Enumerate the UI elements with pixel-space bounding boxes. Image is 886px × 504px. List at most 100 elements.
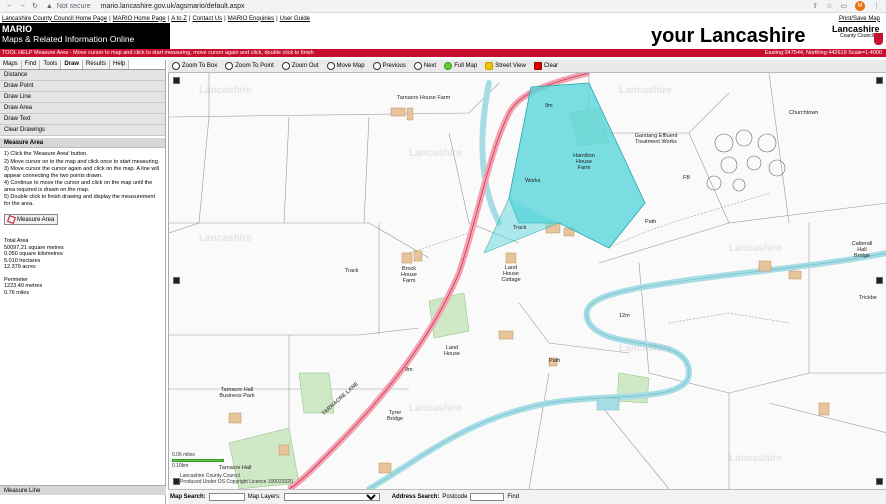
map-label-12m: 12m	[619, 313, 630, 319]
map-label-garstang: Garstang Effluent Treatment Works	[634, 133, 678, 145]
scale-bar-graphic	[172, 459, 224, 462]
tab-tools[interactable]: Tools	[40, 60, 62, 69]
browser-nav: ← → ↻	[0, 2, 38, 10]
avatar[interactable]: M	[855, 1, 865, 11]
pan-nw-arrow[interactable]	[173, 77, 180, 84]
previous-button[interactable]: Previous	[372, 62, 406, 70]
map-canvas[interactable]: Tarnacre House Farm 9m Hamilton House Fa…	[168, 73, 886, 489]
crest-icon	[874, 33, 883, 45]
map-search-input[interactable]	[208, 493, 245, 501]
address-bar[interactable]: ▲ Not secure mario.lancashire.gov.uk/ags…	[46, 3, 245, 10]
map-graphics	[169, 73, 886, 489]
globe-icon	[444, 62, 453, 70]
back-icon[interactable]: ←	[6, 2, 13, 10]
zoom-in-icon	[172, 62, 180, 70]
warning-icon: ▲	[45, 2, 53, 10]
pegman-icon	[485, 62, 494, 70]
menu-draw-line[interactable]: Draw Line	[0, 92, 165, 103]
forward-icon[interactable]: →	[19, 2, 26, 10]
next-button[interactable]: Next	[413, 62, 436, 70]
top-links: Lancashire County Council Home Page | MAR…	[0, 14, 886, 23]
watermark: Lancashire	[199, 233, 252, 244]
sidebar-tabs: Maps Find Tools Draw Results Help	[0, 60, 165, 70]
map-label-land-house: Land House	[444, 345, 460, 357]
polygon-icon	[7, 215, 16, 224]
print-save-link[interactable]: Print/Save Map	[839, 16, 884, 22]
watermark: Lancashire	[729, 453, 782, 464]
move-icon	[326, 62, 335, 70]
next-icon	[413, 62, 422, 70]
link-lcc-home[interactable]: Lancashire County Council Home Page	[2, 16, 107, 22]
sidepanel-icon[interactable]: ▭	[840, 2, 847, 10]
star-icon[interactable]: ☆	[826, 2, 832, 10]
zoom-to-box-button[interactable]: Zoom To Box	[172, 62, 217, 70]
tab-draw[interactable]: Draw	[61, 60, 84, 69]
zoom-in-icon	[225, 62, 234, 70]
link-enquiries[interactable]: MARIO Enquiries	[228, 16, 274, 22]
pan-east-arrow[interactable]	[876, 277, 883, 284]
map-label-path: Path	[645, 219, 657, 225]
map-label-land-cottage: Land House Cottage	[501, 265, 521, 283]
share-icon[interactable]: ⇪	[812, 2, 818, 10]
map-attribution: Lancashire County Council Produced Under…	[180, 473, 293, 485]
link-contact[interactable]: Contact Us	[192, 16, 222, 22]
tab-maps[interactable]: Maps	[0, 60, 22, 69]
find-button[interactable]: Find	[507, 494, 519, 500]
menu-draw-text[interactable]: Draw Text	[0, 114, 165, 125]
street-view-button[interactable]: Street View	[485, 62, 526, 70]
pan-se-arrow[interactable]	[876, 478, 883, 485]
map-label-hamilton: Hamilton House Farm	[573, 153, 595, 171]
tab-results[interactable]: Results	[83, 60, 111, 69]
pan-ne-arrow[interactable]	[876, 77, 883, 84]
scale-bar: 0.06 miles 0.10km	[172, 452, 224, 469]
menu-draw-area[interactable]: Draw Area	[0, 103, 165, 114]
link-user-guide[interactable]: User Guide	[280, 16, 310, 22]
map-label-catterall: Catterall Hall Bridge	[851, 241, 873, 259]
map-label-tarnacre-hall: Tarnacre Hall Business Park	[219, 387, 255, 399]
tab-help[interactable]: Help	[110, 60, 130, 69]
draw-menu: Distance Draw Point Draw Line Draw Area …	[0, 70, 165, 136]
watermark: Lancashire	[199, 85, 252, 96]
measure-instructions: 1) Click the 'Measure Area' button. 2) M…	[4, 151, 160, 207]
watermark: Lancashire	[409, 148, 462, 159]
move-map-button[interactable]: Move Map	[326, 62, 365, 70]
zoom-out-icon	[281, 62, 290, 70]
measure-area-heading[interactable]: Measure Area	[0, 138, 165, 148]
map-label-track: Track	[513, 225, 527, 231]
measure-results: Total Area 50097.21 square metres 0.050 …	[4, 238, 64, 296]
map-label-9m-2: 9m	[405, 367, 413, 373]
link-mario-home[interactable]: MARIO Home Page	[113, 16, 166, 22]
map-toolbar: Zoom To Box Zoom To Point Zoom Out Move …	[168, 60, 886, 73]
pan-west-arrow[interactable]	[173, 277, 180, 284]
tool-help-text: TOOL HELP Measure Area - Move cursor to …	[2, 50, 314, 56]
measure-area-button[interactable]: Measure Area	[4, 214, 59, 225]
reload-icon[interactable]: ↻	[32, 2, 38, 10]
previous-icon	[372, 62, 381, 70]
your-lancashire: your Lancashire	[651, 25, 806, 47]
menu-icon[interactable]: ⋮	[873, 2, 880, 10]
banner: MARIO Maps & Related Information Online …	[0, 23, 886, 49]
menu-draw-point[interactable]: Draw Point	[0, 81, 165, 92]
clear-button[interactable]: Clear	[533, 62, 558, 70]
menu-clear-drawings[interactable]: Clear Drawings	[0, 125, 165, 136]
watermark: Lancashire	[619, 343, 672, 354]
map-label-fb: FB	[683, 175, 691, 181]
zoom-out-button[interactable]: Zoom Out	[281, 62, 319, 70]
sidebar: Maps Find Tools Draw Results Help Distan…	[0, 60, 166, 504]
tab-find[interactable]: Find	[21, 60, 41, 69]
map-layers-select[interactable]	[283, 493, 380, 501]
menu-distance[interactable]: Distance	[0, 70, 165, 81]
link-a-to-z[interactable]: A to Z	[171, 16, 187, 22]
map-label-track2: Track	[345, 268, 359, 274]
postcode-input[interactable]	[470, 493, 505, 501]
map-layers-label: Map Layers:	[247, 494, 281, 500]
pan-sw-arrow[interactable]	[173, 478, 180, 485]
lcc-logo: Lancashire County Council	[832, 24, 884, 48]
measure-line-heading[interactable]: Measure Line	[0, 485, 166, 495]
full-map-button[interactable]: Full Map	[444, 62, 477, 70]
tool-help-bar: TOOL HELP Measure Area - Move cursor to …	[0, 49, 886, 57]
map-label-path2: Path	[549, 358, 561, 364]
zoom-to-point-button[interactable]: Zoom To Point	[225, 62, 274, 70]
url-text[interactable]: mario.lancashire.gov.uk/agsmario/default…	[101, 3, 245, 10]
watermark: Lancashire	[409, 403, 462, 414]
